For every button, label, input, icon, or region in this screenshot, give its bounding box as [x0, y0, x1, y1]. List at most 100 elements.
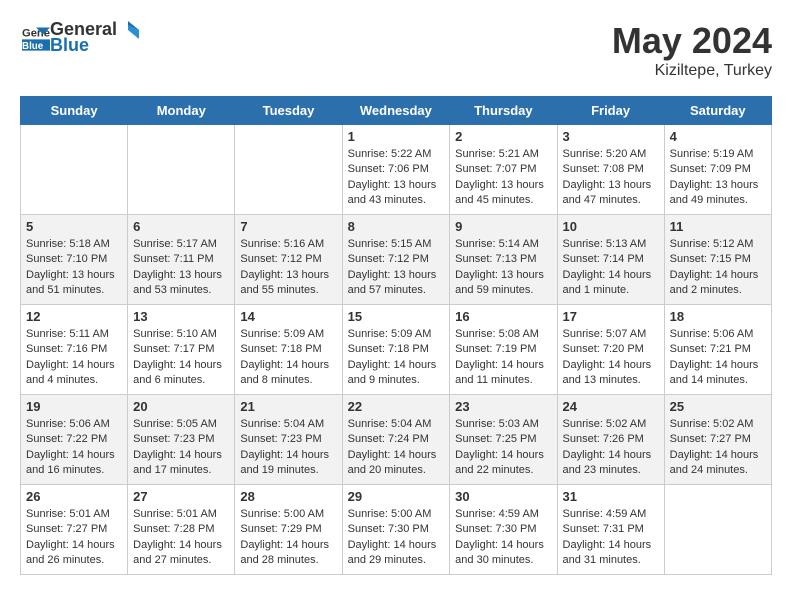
- day-info: Sunrise: 5:02 AMSunset: 7:27 PMDaylight:…: [670, 417, 766, 479]
- day-info: Sunrise: 5:00 AMSunset: 7:29 PMDaylight:…: [240, 507, 336, 569]
- day-number: 8: [348, 219, 445, 234]
- calendar-cell: 18 Sunrise: 5:06 AMSunset: 7:21 PMDaylig…: [664, 305, 771, 395]
- calendar-cell: 30 Sunrise: 4:59 AMSunset: 7:30 PMDaylig…: [450, 485, 557, 575]
- day-info: Sunrise: 5:00 AMSunset: 7:30 PMDaylight:…: [348, 507, 445, 569]
- calendar-cell: 31 Sunrise: 4:59 AMSunset: 7:31 PMDaylig…: [557, 485, 664, 575]
- day-info: Sunrise: 5:05 AMSunset: 7:23 PMDaylight:…: [133, 417, 229, 479]
- day-number: 7: [240, 219, 336, 234]
- week-row-1: 1 Sunrise: 5:22 AMSunset: 7:06 PMDayligh…: [21, 125, 772, 215]
- day-number: 17: [563, 309, 659, 324]
- day-number: 29: [348, 489, 445, 504]
- day-number: 4: [670, 129, 766, 144]
- page-header: General Blue General Blue May 2024 Kizil…: [20, 20, 772, 80]
- calendar-cell: 9 Sunrise: 5:14 AMSunset: 7:13 PMDayligh…: [450, 215, 557, 305]
- day-info: Sunrise: 5:21 AMSunset: 7:07 PMDaylight:…: [455, 147, 551, 209]
- calendar-cell: [128, 125, 235, 215]
- calendar-cell: 1 Sunrise: 5:22 AMSunset: 7:06 PMDayligh…: [342, 125, 450, 215]
- day-info: Sunrise: 5:01 AMSunset: 7:28 PMDaylight:…: [133, 507, 229, 569]
- calendar-cell: 10 Sunrise: 5:13 AMSunset: 7:14 PMDaylig…: [557, 215, 664, 305]
- day-info: Sunrise: 5:13 AMSunset: 7:14 PMDaylight:…: [563, 237, 659, 299]
- calendar-cell: 23 Sunrise: 5:03 AMSunset: 7:25 PMDaylig…: [450, 395, 557, 485]
- calendar-cell: 25 Sunrise: 5:02 AMSunset: 7:27 PMDaylig…: [664, 395, 771, 485]
- calendar-cell: 13 Sunrise: 5:10 AMSunset: 7:17 PMDaylig…: [128, 305, 235, 395]
- day-info: Sunrise: 5:04 AMSunset: 7:24 PMDaylight:…: [348, 417, 445, 479]
- day-info: Sunrise: 5:03 AMSunset: 7:25 PMDaylight:…: [455, 417, 551, 479]
- day-info: Sunrise: 5:11 AMSunset: 7:16 PMDaylight:…: [26, 327, 122, 389]
- day-number: 1: [348, 129, 445, 144]
- day-info: Sunrise: 5:12 AMSunset: 7:15 PMDaylight:…: [670, 237, 766, 299]
- day-info: Sunrise: 5:06 AMSunset: 7:22 PMDaylight:…: [26, 417, 122, 479]
- day-info: Sunrise: 5:17 AMSunset: 7:11 PMDaylight:…: [133, 237, 229, 299]
- day-number: 3: [563, 129, 659, 144]
- calendar-cell: 22 Sunrise: 5:04 AMSunset: 7:24 PMDaylig…: [342, 395, 450, 485]
- header-saturday: Saturday: [664, 97, 771, 125]
- weekday-header-row: Sunday Monday Tuesday Wednesday Thursday…: [21, 97, 772, 125]
- day-number: 31: [563, 489, 659, 504]
- day-number: 23: [455, 399, 551, 414]
- calendar-cell: [21, 125, 128, 215]
- day-number: 11: [670, 219, 766, 234]
- day-number: 18: [670, 309, 766, 324]
- calendar-cell: [664, 485, 771, 575]
- day-info: Sunrise: 4:59 AMSunset: 7:30 PMDaylight:…: [455, 507, 551, 569]
- day-number: 25: [670, 399, 766, 414]
- day-number: 2: [455, 129, 551, 144]
- calendar-cell: 27 Sunrise: 5:01 AMSunset: 7:28 PMDaylig…: [128, 485, 235, 575]
- week-row-4: 19 Sunrise: 5:06 AMSunset: 7:22 PMDaylig…: [21, 395, 772, 485]
- day-number: 28: [240, 489, 336, 504]
- svg-text:Blue: Blue: [22, 41, 44, 52]
- logo-blue-text: Blue: [50, 36, 139, 56]
- day-number: 12: [26, 309, 122, 324]
- day-number: 14: [240, 309, 336, 324]
- day-number: 22: [348, 399, 445, 414]
- day-number: 15: [348, 309, 445, 324]
- calendar-cell: 2 Sunrise: 5:21 AMSunset: 7:07 PMDayligh…: [450, 125, 557, 215]
- calendar-cell: 5 Sunrise: 5:18 AMSunset: 7:10 PMDayligh…: [21, 215, 128, 305]
- calendar-cell: 4 Sunrise: 5:19 AMSunset: 7:09 PMDayligh…: [664, 125, 771, 215]
- day-number: 16: [455, 309, 551, 324]
- day-info: Sunrise: 5:19 AMSunset: 7:09 PMDaylight:…: [670, 147, 766, 209]
- day-info: Sunrise: 5:10 AMSunset: 7:17 PMDaylight:…: [133, 327, 229, 389]
- day-info: Sunrise: 5:09 AMSunset: 7:18 PMDaylight:…: [240, 327, 336, 389]
- day-number: 20: [133, 399, 229, 414]
- day-info: Sunrise: 5:14 AMSunset: 7:13 PMDaylight:…: [455, 237, 551, 299]
- day-number: 13: [133, 309, 229, 324]
- calendar-cell: 28 Sunrise: 5:00 AMSunset: 7:29 PMDaylig…: [235, 485, 342, 575]
- location-title: Kiziltepe, Turkey: [612, 62, 772, 80]
- month-year-title: May 2024: [612, 20, 772, 62]
- calendar-cell: 14 Sunrise: 5:09 AMSunset: 7:18 PMDaylig…: [235, 305, 342, 395]
- calendar-cell: 8 Sunrise: 5:15 AMSunset: 7:12 PMDayligh…: [342, 215, 450, 305]
- calendar-cell: [235, 125, 342, 215]
- week-row-5: 26 Sunrise: 5:01 AMSunset: 7:27 PMDaylig…: [21, 485, 772, 575]
- logo-icon: General Blue: [22, 24, 50, 52]
- calendar-cell: 24 Sunrise: 5:02 AMSunset: 7:26 PMDaylig…: [557, 395, 664, 485]
- day-info: Sunrise: 5:22 AMSunset: 7:06 PMDaylight:…: [348, 147, 445, 209]
- calendar-cell: 29 Sunrise: 5:00 AMSunset: 7:30 PMDaylig…: [342, 485, 450, 575]
- day-number: 24: [563, 399, 659, 414]
- day-number: 5: [26, 219, 122, 234]
- day-info: Sunrise: 5:08 AMSunset: 7:19 PMDaylight:…: [455, 327, 551, 389]
- day-info: Sunrise: 5:04 AMSunset: 7:23 PMDaylight:…: [240, 417, 336, 479]
- header-friday: Friday: [557, 97, 664, 125]
- calendar-cell: 21 Sunrise: 5:04 AMSunset: 7:23 PMDaylig…: [235, 395, 342, 485]
- week-row-3: 12 Sunrise: 5:11 AMSunset: 7:16 PMDaylig…: [21, 305, 772, 395]
- week-row-2: 5 Sunrise: 5:18 AMSunset: 7:10 PMDayligh…: [21, 215, 772, 305]
- calendar-cell: 26 Sunrise: 5:01 AMSunset: 7:27 PMDaylig…: [21, 485, 128, 575]
- calendar-cell: 6 Sunrise: 5:17 AMSunset: 7:11 PMDayligh…: [128, 215, 235, 305]
- calendar-cell: 11 Sunrise: 5:12 AMSunset: 7:15 PMDaylig…: [664, 215, 771, 305]
- calendar-cell: 15 Sunrise: 5:09 AMSunset: 7:18 PMDaylig…: [342, 305, 450, 395]
- day-number: 19: [26, 399, 122, 414]
- day-info: Sunrise: 4:59 AMSunset: 7:31 PMDaylight:…: [563, 507, 659, 569]
- day-info: Sunrise: 5:07 AMSunset: 7:20 PMDaylight:…: [563, 327, 659, 389]
- header-wednesday: Wednesday: [342, 97, 450, 125]
- day-number: 30: [455, 489, 551, 504]
- day-info: Sunrise: 5:09 AMSunset: 7:18 PMDaylight:…: [348, 327, 445, 389]
- day-number: 26: [26, 489, 122, 504]
- header-sunday: Sunday: [21, 97, 128, 125]
- calendar-cell: 3 Sunrise: 5:20 AMSunset: 7:08 PMDayligh…: [557, 125, 664, 215]
- day-number: 21: [240, 399, 336, 414]
- logo: General Blue General Blue: [20, 20, 139, 56]
- day-info: Sunrise: 5:16 AMSunset: 7:12 PMDaylight:…: [240, 237, 336, 299]
- day-info: Sunrise: 5:02 AMSunset: 7:26 PMDaylight:…: [563, 417, 659, 479]
- calendar-cell: 17 Sunrise: 5:07 AMSunset: 7:20 PMDaylig…: [557, 305, 664, 395]
